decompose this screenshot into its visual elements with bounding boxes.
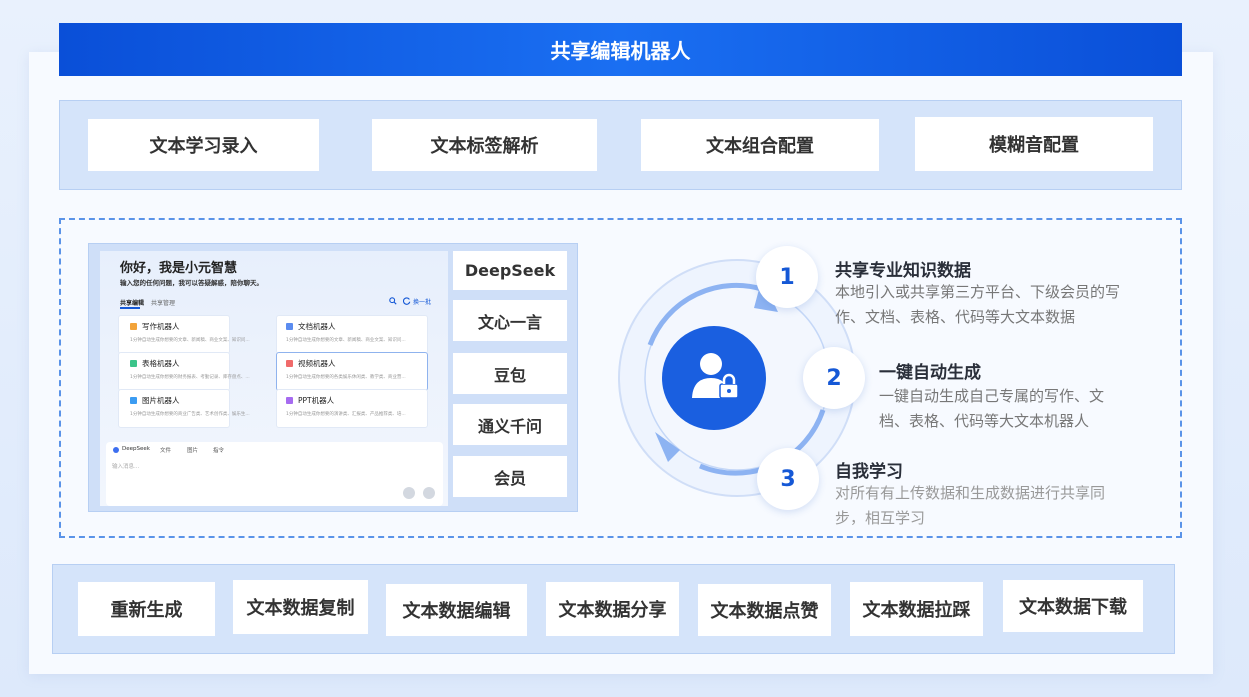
app-tab-shared-edit[interactable]: 共享编辑 [120,298,144,307]
bot-name: PPT机器人 [298,396,335,405]
image-tool-label[interactable]: 图片 [187,446,198,454]
app-tab-shared-manage[interactable]: 共享管理 [151,298,175,307]
microphone-icon[interactable] [403,487,415,499]
feature-tag-parsing[interactable]: 文本标签解析 [372,119,597,171]
ppt-icon [286,397,293,404]
chat-input-box[interactable] [106,442,443,506]
copy-button[interactable]: 文本数据复制 [233,580,368,634]
regenerate-button[interactable]: 重新生成 [78,582,215,636]
bot-desc: 1分钟自动生成你想要的演讲类、汇报类、产品推荐类、培... [286,412,406,417]
page-title: 共享编辑机器人 [59,23,1182,76]
bot-name: 视频机器人 [298,359,336,368]
bot-desc: 1分钟自动生成你想要的文章、新闻稿、商业文案、知识问... [286,338,406,343]
bot-card-ppt[interactable]: PPT机器人 1分钟自动生成你想要的演讲类、汇报类、产品推荐类、培... [276,389,428,428]
bot-card-writing[interactable]: 写作机器人 1分钟自动生成你想要的文章、新闻稿、商业文案、知识问... [118,315,250,354]
file-tool-label[interactable]: 文件 [160,446,171,454]
feature-combo-config[interactable]: 文本组合配置 [641,119,879,171]
search-icon[interactable] [389,297,397,305]
step-number-1: 1 [756,246,818,308]
command-tool-label[interactable]: 指令 [213,446,224,454]
step-number-2: 2 [803,347,865,409]
app-tab-underline [120,307,140,309]
model-wenxin[interactable]: 文心一言 [453,300,567,341]
step-number-3: 3 [757,448,819,510]
bot-desc: 1分钟自动生成你想要的商业广告类、艺术创作类、娱乐生... [130,412,250,417]
bot-card-table[interactable]: 表格机器人 1分钟自动生成你想要的财务报表、考勤记录、库存盘点、... [118,352,250,391]
image-icon [130,397,137,404]
model-doubao[interactable]: 豆包 [453,353,567,394]
bot-card-document[interactable]: 文档机器人 1分钟自动生成你想要的文章、新闻稿、商业文案、知识问... [276,315,428,354]
deepseek-logo-icon [113,447,119,453]
step-desc-1: 本地引入或共享第三方平台、下级会员的写 作、文档、表格、代码等大文本数据 [835,283,1121,326]
input-placeholder[interactable]: 输入消息... [112,462,139,470]
user-lock-icon [692,353,739,399]
bot-card-video[interactable]: 视频机器人 1分钟自动生成你想要的各类娱乐休闲类、教学类、商业营... [276,352,428,391]
pen-icon [130,323,137,330]
video-icon [286,360,293,367]
bot-name: 写作机器人 [142,322,180,331]
app-switch-link[interactable]: 换一批 [413,297,431,306]
feature-text-learning[interactable]: 文本学习录入 [88,119,319,171]
table-icon [130,360,137,367]
bot-desc: 1分钟自动生成你想要的文章、新闻稿、商业文案、知识问... [130,338,250,343]
model-tongyi[interactable]: 通义千问 [453,404,567,445]
bot-desc: 1分钟自动生成你想要的各类娱乐休闲类、教学类、商业营... [286,375,406,380]
app-greeting: 你好，我是小元智慧 [120,261,238,276]
feature-fuzzy-sound[interactable]: 模糊音配置 [915,117,1153,171]
step-desc-2: 一键自动生成自己专属的写作、文 档、表格、代码等大文本机器人 [879,387,1105,430]
share-button[interactable]: 文本数据分享 [546,582,679,636]
input-model[interactable]: DeepSeek [122,446,150,452]
step-title-3: 自我学习 [835,462,903,482]
model-deepseek[interactable]: DeepSeek [453,251,567,290]
refresh-icon[interactable] [403,297,411,305]
bot-name: 文档机器人 [298,322,336,331]
document-icon [286,323,293,330]
edit-button[interactable]: 文本数据编辑 [386,584,527,636]
send-icon[interactable] [423,487,435,499]
model-member[interactable]: 会员 [453,456,567,497]
bot-card-image[interactable]: 图片机器人 1分钟自动生成你想要的商业广告类、艺术创作类、娱乐生... [118,389,250,428]
step-title-2: 一键自动生成 [879,363,981,383]
bot-name: 图片机器人 [142,396,180,405]
step-title-1: 共享专业知识数据 [835,261,971,281]
dislike-button[interactable]: 文本数据拉踩 [850,582,983,636]
bot-name: 表格机器人 [142,359,180,368]
app-subtitle: 输入您的任何问题，我可以答疑解惑，陪你聊天。 [120,279,263,287]
bot-desc: 1分钟自动生成你想要的财务报表、考勤记录、库存盘点、... [130,375,250,380]
like-button[interactable]: 文本数据点赞 [698,584,831,636]
download-button[interactable]: 文本数据下载 [1003,580,1143,632]
step-desc-3: 对所有有上传数据和生成数据进行共享同 步，相互学习 [835,484,1106,527]
